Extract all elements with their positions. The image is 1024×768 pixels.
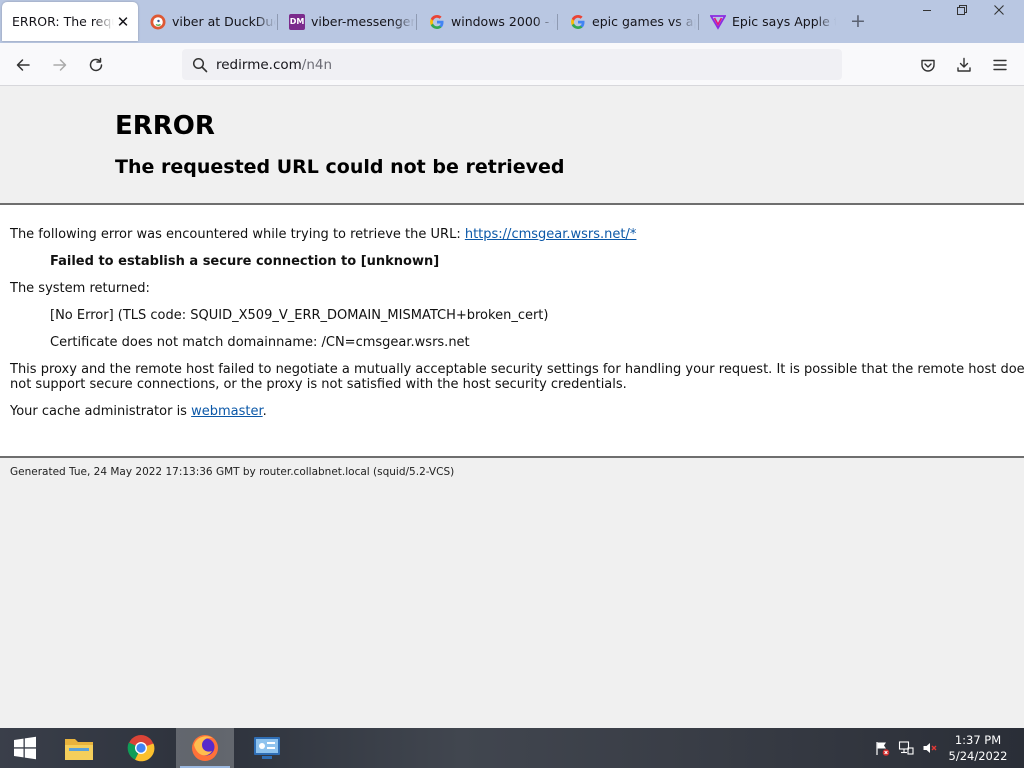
menu-button[interactable] [986, 51, 1014, 79]
tab-epic-games[interactable]: epic games vs app [560, 2, 696, 41]
clock-date: 5/24/2022 [948, 749, 1008, 763]
dm-icon: DM [289, 13, 305, 30]
close-window-button[interactable] [982, 0, 1016, 20]
url-path: /n4n [301, 56, 333, 73]
reload-button[interactable] [82, 51, 110, 79]
verge-icon [710, 14, 726, 30]
admin-text: Your cache administrator is [10, 404, 192, 419]
explanation-line-1: This proxy and the remote host failed to… [10, 362, 1024, 377]
network-icon[interactable] [896, 728, 916, 768]
google-icon [429, 14, 445, 30]
forward-button[interactable] [46, 51, 74, 79]
tab-separator [416, 14, 417, 30]
certificate-detail: Certificate does not match domainname: /… [50, 335, 470, 350]
tab-viber-messenger[interactable]: DM viber-messenger-2 [279, 2, 415, 41]
reload-icon [89, 57, 103, 72]
error-summary: Failed to establish a secure connection … [50, 254, 440, 269]
system-returned-label: The system returned: [10, 281, 150, 296]
taskbar: 1:37 PM 5/24/2022 [0, 728, 1024, 768]
back-arrow-icon [16, 59, 30, 71]
tab-separator [557, 14, 558, 30]
navigation-toolbar: redirme.com/n4n [0, 43, 1024, 86]
search-icon [192, 57, 208, 73]
restore-window-button[interactable] [945, 0, 979, 20]
tab-windows-2000[interactable]: windows 2000 - Gc [419, 2, 555, 41]
tab-title: viber-messenger-2 [311, 14, 415, 29]
admin-suffix: . [262, 404, 267, 419]
chrome-icon [127, 735, 155, 762]
minimize-window-button[interactable] [910, 0, 944, 20]
page-content: ERROR The requested URL could not be ret… [0, 86, 1024, 728]
tab-separator [277, 14, 278, 30]
page-title: ERROR [115, 111, 215, 141]
tab-error-page[interactable]: ERROR: The reques ✕ [2, 2, 138, 41]
error-url-link[interactable]: https://cmsgear.wsrs.net/* [465, 227, 637, 242]
file-explorer-button[interactable] [50, 728, 108, 768]
error-details: The following error was encountered whil… [0, 205, 1024, 458]
duckduckgo-icon [150, 14, 166, 30]
firefox-button[interactable] [176, 728, 234, 768]
tab-strip: ERROR: The reques ✕ viber at DuckDuck DM… [0, 0, 1024, 43]
new-tab-button[interactable]: + [849, 12, 867, 31]
tab-title: viber at DuckDuck [172, 14, 276, 29]
google-icon [570, 14, 586, 30]
action-center-flag-icon[interactable] [872, 728, 892, 768]
system-error-text: [No Error] (TLS code: SQUID_X509_V_ERR_D… [50, 308, 549, 323]
folder-icon [65, 739, 93, 760]
firefox-icon [192, 735, 218, 761]
forward-arrow-icon [53, 59, 67, 71]
tab-separator [698, 14, 699, 30]
system-clock[interactable]: 1:37 PM 5/24/2022 [946, 732, 1010, 764]
url-host: redirme.com [216, 56, 302, 73]
address-bar[interactable]: redirme.com/n4n [182, 49, 842, 80]
start-button[interactable] [0, 728, 50, 768]
hamburger-menu-icon [993, 59, 1007, 71]
download-icon [957, 57, 971, 72]
clock-time: 1:37 PM [954, 733, 1002, 747]
tab-verge-article[interactable]: Epic says Apple th [700, 2, 836, 41]
windows-logo-icon [14, 736, 36, 760]
control-panel-button[interactable] [238, 728, 296, 768]
webmaster-link[interactable]: webmaster [191, 404, 263, 419]
admin-paragraph: Your cache administrator is webmaster. [10, 404, 267, 419]
page-subtitle: The requested URL could not be retrieved [115, 156, 565, 178]
explanation-line-2: not support secure connections, or the p… [10, 377, 627, 392]
intro-paragraph: The following error was encountered whil… [10, 227, 636, 242]
tab-title: Epic says Apple th [732, 14, 836, 29]
control-panel-icon [254, 737, 280, 759]
tab-duckduckgo[interactable]: viber at DuckDuck [140, 2, 276, 41]
intro-text: The following error was encountered whil… [10, 227, 465, 242]
back-button[interactable] [9, 51, 37, 79]
tab-title: epic games vs app [592, 14, 696, 29]
downloads-button[interactable] [950, 51, 978, 79]
tab-title: windows 2000 - Gc [451, 14, 555, 29]
close-tab-icon[interactable]: ✕ [114, 13, 132, 31]
tab-title: ERROR: The reques [12, 14, 114, 29]
pocket-icon [921, 59, 935, 72]
volume-muted-icon[interactable] [920, 728, 940, 768]
generated-footer: Generated Tue, 24 May 2022 17:13:36 GMT … [10, 466, 455, 478]
pocket-button[interactable] [914, 51, 942, 79]
chrome-button[interactable] [112, 728, 170, 768]
error-title-box: ERROR The requested URL could not be ret… [0, 86, 1024, 205]
